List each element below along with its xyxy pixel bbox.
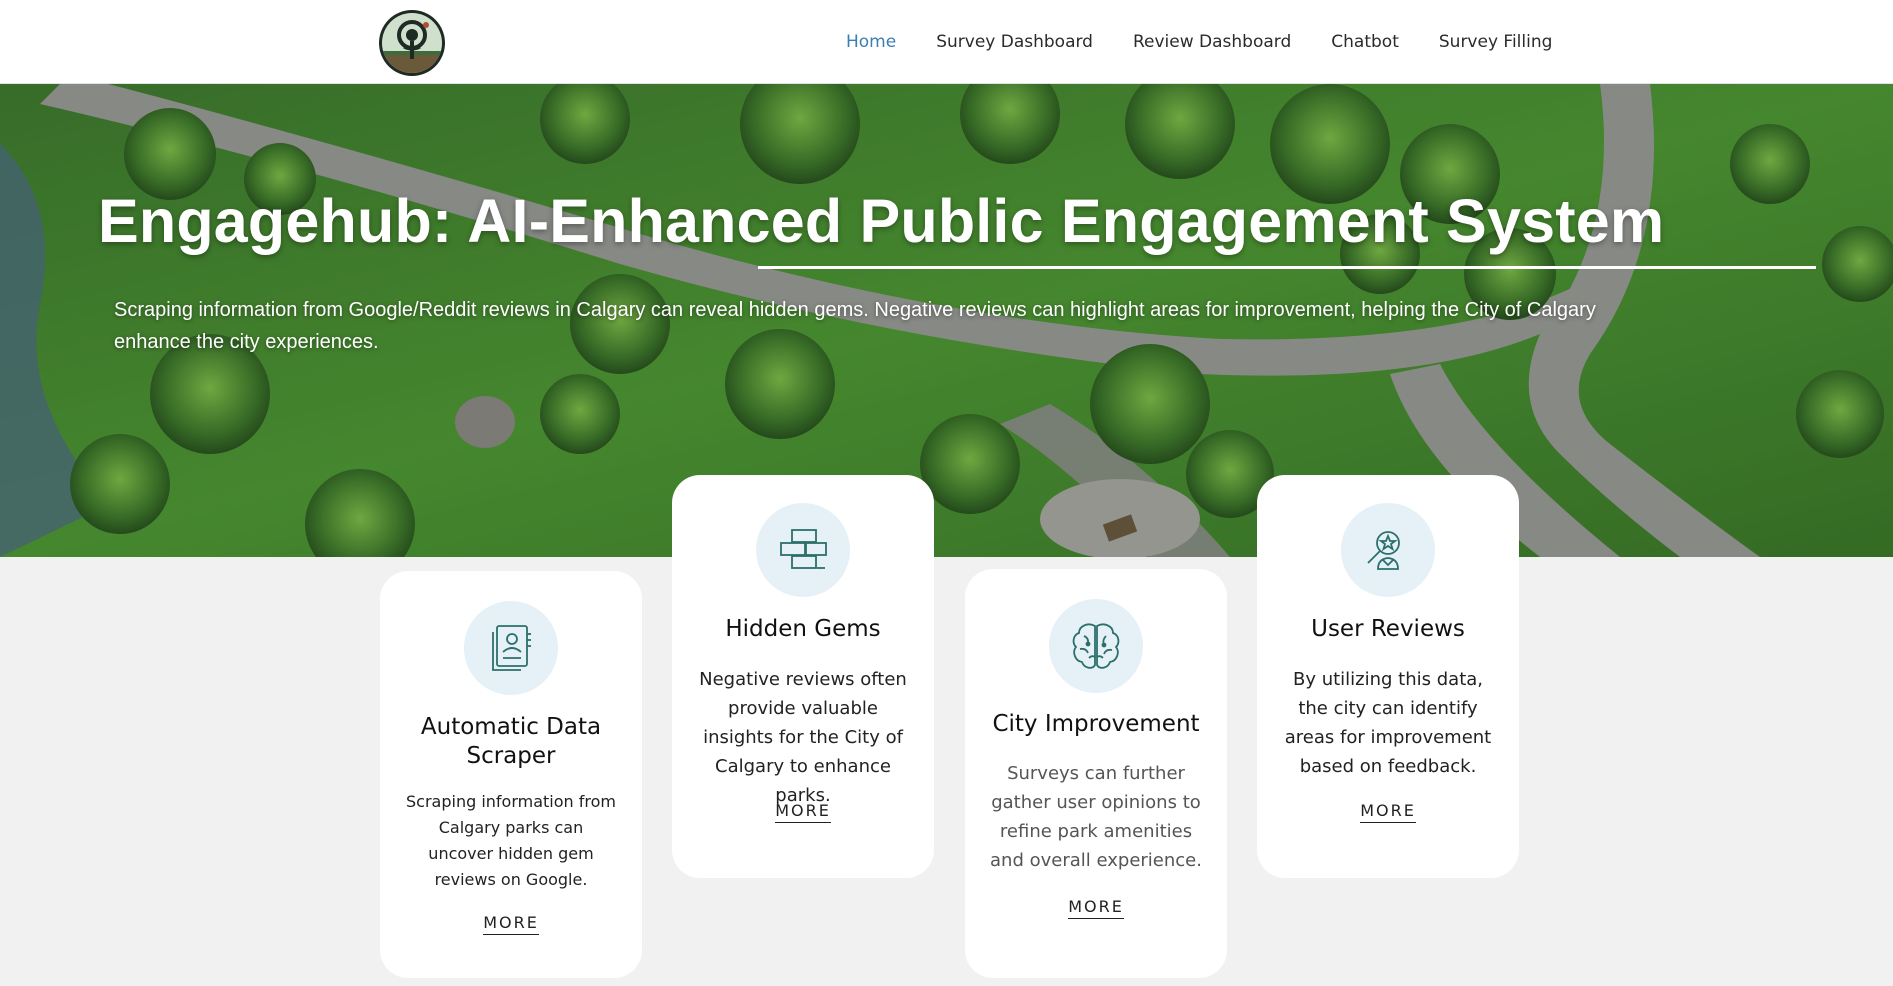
nav-survey-dashboard[interactable]: Survey Dashboard [936, 32, 1093, 52]
card-title: City Improvement [992, 711, 1200, 737]
card-description: Scraping information from Calgary parks … [406, 792, 616, 889]
more-button[interactable]: MORE [1360, 801, 1416, 823]
nav-review-dashboard[interactable]: Review Dashboard [1133, 32, 1291, 52]
feature-card-user-reviews: User Reviews By utilizing this data, the… [1257, 475, 1519, 878]
feature-card-city-improvement: City Improvement Surveys can further gat… [965, 569, 1227, 978]
hero-title: Engagehub: AI-Enhanced Public Engagement… [98, 187, 1665, 255]
nav-survey-filling[interactable]: Survey Filling [1439, 32, 1553, 52]
card-title: Automatic Data Scraper [420, 714, 602, 769]
more-button[interactable]: MORE [775, 801, 831, 823]
card-title: User Reviews [1311, 616, 1465, 642]
feature-card-data-scraper: Automatic Data Scraper Scraping informat… [380, 571, 642, 978]
hero-divider [758, 266, 1816, 269]
profile-document-icon [464, 601, 558, 695]
nav-chatbot[interactable]: Chatbot [1331, 32, 1399, 52]
more-link: MORE [965, 897, 1227, 919]
card-description: By utilizing this data, the city can ide… [1284, 669, 1492, 777]
brain-icon [1049, 599, 1143, 693]
more-button[interactable]: MORE [483, 913, 539, 935]
card-description: Negative reviews often provide valuable … [699, 669, 907, 806]
more-button[interactable]: MORE [1068, 897, 1124, 919]
main-nav: Home Survey Dashboard Review Dashboard C… [846, 0, 1592, 84]
tree-logo-icon [382, 13, 442, 73]
more-link: MORE [672, 801, 934, 823]
site-logo[interactable] [379, 10, 445, 76]
site-header: Home Survey Dashboard Review Dashboard C… [0, 0, 1893, 84]
bricks-icon [756, 503, 850, 597]
hero-section: Engagehub: AI-Enhanced Public Engagement… [0, 84, 1893, 557]
user-search-icon [1341, 503, 1435, 597]
hero-description: Scraping information from Google/Reddit … [114, 299, 1596, 353]
card-title: Hidden Gems [725, 616, 881, 642]
more-link: MORE [1257, 801, 1519, 823]
card-description: Surveys can further gather user opinions… [990, 763, 1202, 871]
feature-card-hidden-gems: Hidden Gems Negative reviews often provi… [672, 475, 934, 878]
nav-home[interactable]: Home [846, 32, 896, 52]
more-link: MORE [380, 913, 642, 935]
